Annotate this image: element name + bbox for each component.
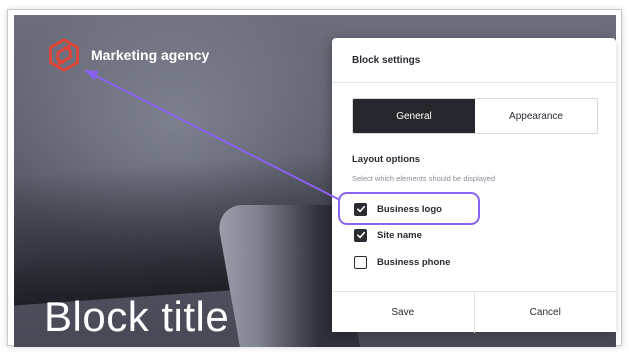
cancel-button[interactable]: Cancel [473,292,617,333]
option-business-logo[interactable]: Business logo [354,201,442,217]
site-name-label: Site name [377,229,422,241]
business-logo-checkbox[interactable] [354,202,367,216]
option-business-phone[interactable]: Business phone [354,254,450,270]
site-name-checkbox[interactable] [354,228,367,242]
business-phone-label: Business phone [377,256,451,268]
site-brand[interactable]: Marketing agency [46,38,209,72]
option-site-name[interactable]: Site name [354,227,422,243]
checkmark-icon [356,231,365,239]
business-logo-label: Business logo [377,203,442,215]
layout-options-description: Select which elements should be displaye… [352,174,496,183]
panel-title: Block settings [332,38,616,83]
business-phone-checkbox[interactable] [354,255,367,269]
checkmark-icon [356,205,365,213]
tab-appearance[interactable]: Appearance [475,99,597,133]
hexagon-logo-icon [49,38,79,72]
layout-options-heading: Layout options [352,154,421,165]
settings-tabs: General Appearance [352,98,598,134]
block-title: Block title [44,293,230,340]
block-settings-panel: Block settings General Appearance Layout… [332,38,616,333]
site-name: Marketing agency [91,47,210,63]
save-button[interactable]: Save [332,292,474,333]
tab-general[interactable]: General [353,99,475,133]
panel-footer: Save Cancel [332,291,616,333]
